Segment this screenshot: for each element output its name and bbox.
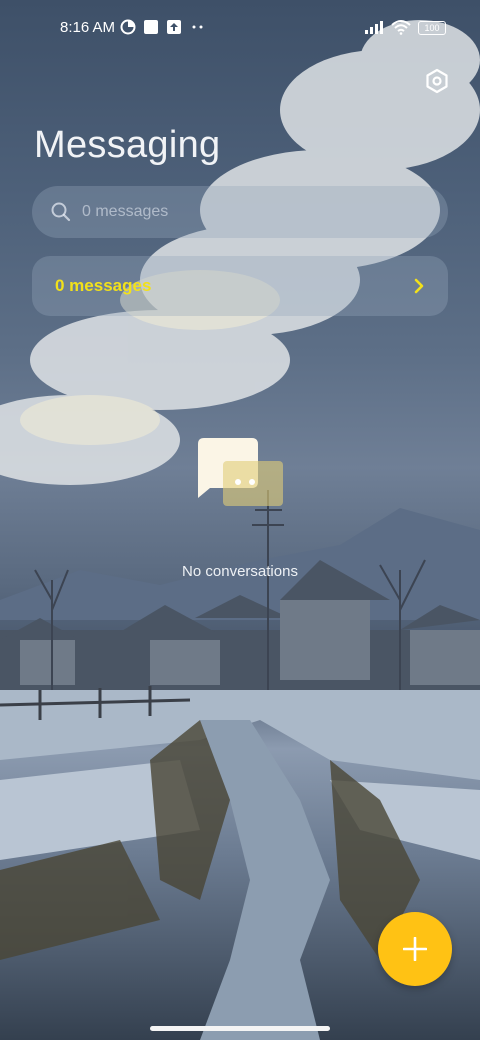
gear-hex-icon xyxy=(426,68,448,94)
status-time: 8:16 AM xyxy=(60,19,116,36)
empty-state-text: No conversations xyxy=(182,563,298,580)
home-indicator[interactable] xyxy=(150,1026,330,1031)
data-saver-icon xyxy=(120,19,136,35)
signal-icon xyxy=(365,21,383,34)
battery-icon: 100 xyxy=(418,21,446,35)
plus-icon xyxy=(403,937,427,961)
notification-square-icon xyxy=(144,20,158,34)
search-placeholder: 0 messages xyxy=(82,203,169,220)
more-dots-icon xyxy=(192,25,203,29)
status-bar: 8:16 AM 100 xyxy=(0,0,480,56)
chevron-right-icon xyxy=(414,278,424,294)
search-bar[interactable]: 0 messages xyxy=(32,186,448,238)
chat-bubbles-icon xyxy=(198,438,283,506)
search-icon xyxy=(51,202,71,222)
settings-button[interactable] xyxy=(422,66,452,96)
wifi-icon xyxy=(391,20,411,35)
page-title: Messaging xyxy=(34,124,221,166)
messages-summary-card[interactable]: 0 messages xyxy=(32,256,448,316)
new-conversation-button[interactable] xyxy=(378,912,452,986)
messages-count-label: 0 messages xyxy=(55,276,152,295)
upload-icon xyxy=(167,20,181,34)
